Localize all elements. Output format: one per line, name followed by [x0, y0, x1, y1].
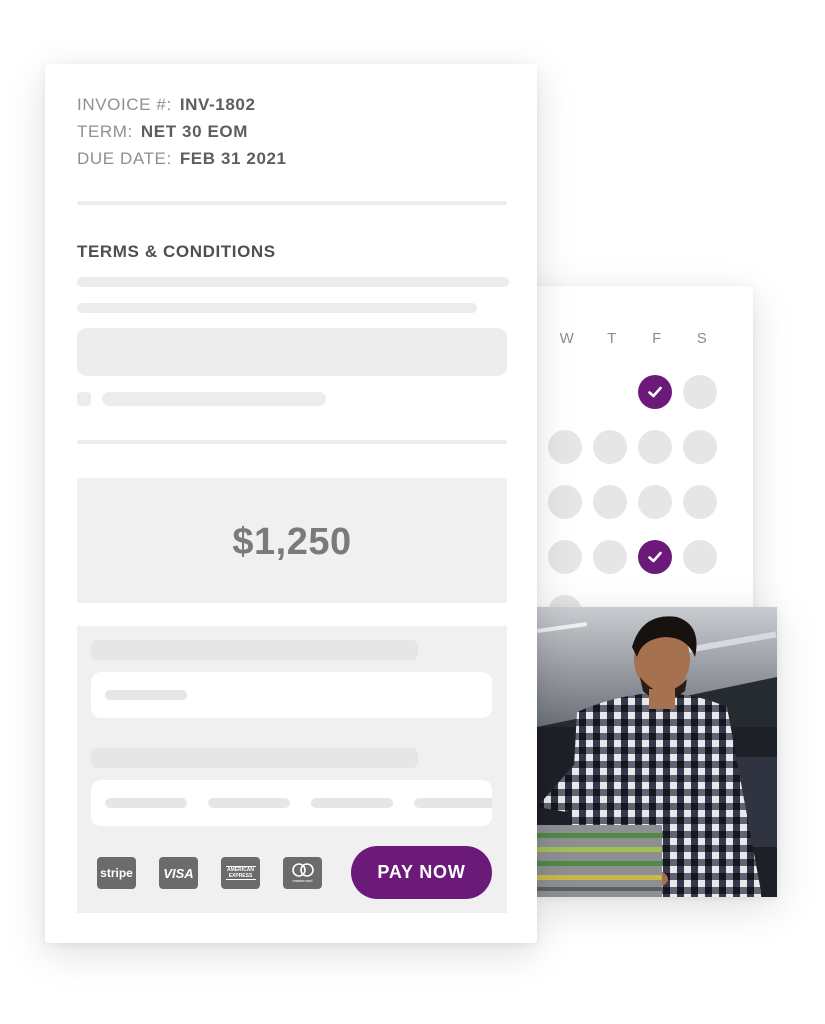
card-digits-placeholder: [414, 798, 492, 808]
calendar-day[interactable]: [683, 485, 717, 519]
pay-now-button[interactable]: PAY NOW: [351, 846, 492, 899]
technician-photo: [537, 607, 777, 897]
card-number-field[interactable]: [91, 780, 492, 826]
amount-panel: $1,250: [77, 478, 507, 603]
weekday-label: T: [607, 330, 617, 347]
stripe-logo-icon: stripe: [97, 857, 136, 889]
calendar-day[interactable]: [548, 430, 582, 464]
term-row: TERM: NET 30 EOM: [77, 122, 248, 142]
terms-text-placeholder: [77, 303, 477, 313]
calendar-day[interactable]: [683, 375, 717, 409]
calendar-day[interactable]: [683, 540, 717, 574]
stripe-logo-text: stripe: [100, 866, 133, 880]
weekday-label: S: [696, 330, 708, 347]
payment-panel: stripe VISA AMERICAN EXPRESS mastercard …: [77, 626, 507, 913]
weekday-label: F: [652, 330, 662, 347]
card-digits-placeholder: [208, 798, 290, 808]
calendar-day[interactable]: [593, 540, 627, 574]
due-date-value: FEB 31 2021: [179, 149, 287, 168]
payment-input-field[interactable]: [91, 672, 492, 718]
check-icon: [648, 386, 662, 398]
calendar-day-selected[interactable]: [638, 540, 672, 574]
divider: [77, 201, 507, 205]
card-digits-placeholder: [105, 798, 187, 808]
term-value: NET 30 EOM: [140, 122, 248, 141]
calendar-day-selected[interactable]: [638, 375, 672, 409]
calendar-day[interactable]: [638, 485, 672, 519]
technician-photo-illustration: [537, 607, 777, 897]
calendar-day[interactable]: [638, 430, 672, 464]
terms-checkbox[interactable]: [77, 392, 91, 406]
check-icon: [648, 551, 662, 563]
amex-logo-icon: AMERICAN EXPRESS: [221, 857, 260, 889]
calendar-card: W T F S: [500, 286, 753, 629]
calendar-day[interactable]: [683, 430, 717, 464]
invoice-card: INVOICE #: INV-1802 TERM: NET 30 EOM DUE D…: [45, 64, 537, 943]
divider: [77, 440, 507, 444]
calendar-day[interactable]: [548, 540, 582, 574]
weekday-label: W: [559, 330, 575, 347]
due-date-label: DUE DATE:: [77, 149, 172, 168]
invoice-number-value: INV-1802: [179, 95, 256, 114]
calendar-day[interactable]: [548, 485, 582, 519]
terms-textbox-placeholder: [77, 328, 507, 376]
visa-logo-text: VISA: [163, 865, 194, 881]
card-digits-placeholder: [311, 798, 393, 808]
term-label: TERM:: [77, 122, 133, 141]
input-value-placeholder: [105, 690, 187, 700]
visa-logo-icon: VISA: [159, 857, 198, 889]
mastercard-logo-icon: mastercard: [283, 857, 322, 889]
invoice-number-row: INVOICE #: INV-1802: [77, 95, 256, 115]
invoice-number-label: INVOICE #:: [77, 95, 172, 114]
calendar-day[interactable]: [593, 485, 627, 519]
amount-due: $1,250: [232, 521, 352, 563]
calendar-day[interactable]: [593, 430, 627, 464]
mastercard-logo-text: mastercard: [292, 878, 313, 883]
terms-checkbox-label-placeholder: [102, 392, 326, 406]
terms-text-placeholder: [77, 277, 509, 287]
due-date-row: DUE DATE: FEB 31 2021: [77, 149, 287, 169]
field-label-placeholder: [91, 640, 418, 660]
terms-title: TERMS & CONDITIONS: [77, 242, 276, 261]
field-label-placeholder: [91, 748, 418, 768]
amex-logo-text: AMERICAN EXPRESS: [225, 866, 256, 880]
mastercard-circles-icon: [291, 863, 314, 877]
